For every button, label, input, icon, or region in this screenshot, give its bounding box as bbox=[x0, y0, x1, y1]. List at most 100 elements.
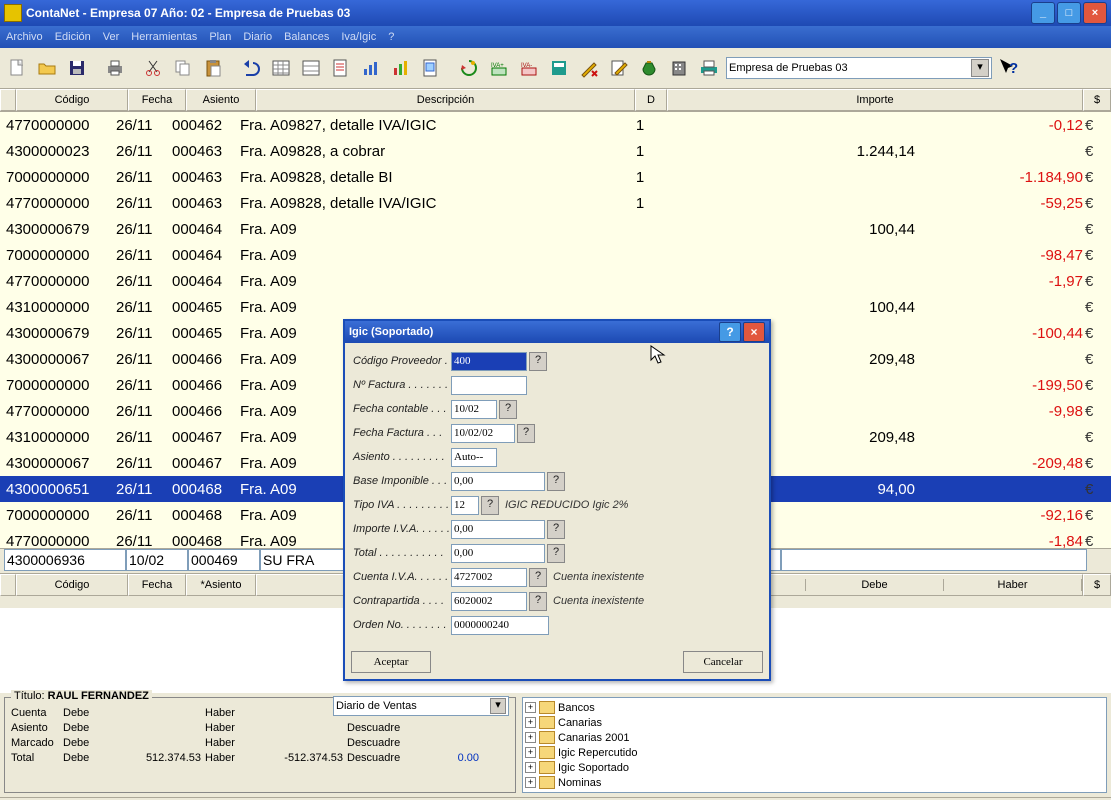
tree-node[interactable]: +Nominas bbox=[525, 775, 1104, 790]
printer2-icon[interactable] bbox=[696, 55, 722, 81]
iva-minus-icon[interactable]: IVA- bbox=[516, 55, 542, 81]
grid2-icon[interactable] bbox=[298, 55, 324, 81]
building-icon[interactable] bbox=[666, 55, 692, 81]
iva-plus-icon[interactable]: IVA+ bbox=[486, 55, 512, 81]
table-row[interactable]: 477000000026/11000462Fra. A09827, detall… bbox=[0, 112, 1111, 138]
menu-edicion[interactable]: Edición bbox=[55, 31, 91, 43]
help-codigo-proveedor[interactable]: ? bbox=[529, 352, 547, 371]
menu-archivo[interactable]: Archivo bbox=[6, 31, 43, 43]
fld-cuenta-iva[interactable] bbox=[451, 568, 527, 587]
dropdown-icon[interactable]: ▾ bbox=[971, 59, 989, 77]
tree-node[interactable]: +Canarias 2001 bbox=[525, 730, 1104, 745]
recycle-icon[interactable] bbox=[456, 55, 482, 81]
open-icon[interactable] bbox=[34, 55, 60, 81]
expand-icon[interactable]: + bbox=[525, 702, 536, 713]
help-base-imponible[interactable]: ? bbox=[547, 472, 565, 491]
help-cuenta-iva[interactable]: ? bbox=[529, 568, 547, 587]
menu-iva-igic[interactable]: Iva/Igic bbox=[341, 31, 376, 43]
edit-icon[interactable] bbox=[606, 55, 632, 81]
expand-icon[interactable]: + bbox=[525, 747, 536, 758]
expand-icon[interactable]: + bbox=[525, 717, 536, 728]
expand-icon[interactable]: + bbox=[525, 732, 536, 743]
fld-n-factura[interactable] bbox=[451, 376, 527, 395]
chart-blue-icon[interactable] bbox=[358, 55, 384, 81]
fld-total[interactable] bbox=[451, 544, 545, 563]
tree-node[interactable]: +Bancos bbox=[525, 700, 1104, 715]
table-row[interactable]: 700000000026/11000464Fra. A09-98,47€ bbox=[0, 242, 1111, 268]
teal-doc-icon[interactable] bbox=[546, 55, 572, 81]
fld-fecha-factura[interactable] bbox=[451, 424, 515, 443]
entry-fecha[interactable] bbox=[126, 549, 188, 571]
entry-asiento[interactable] bbox=[188, 549, 260, 571]
tree-node[interactable]: +Igic Repercutido bbox=[525, 745, 1104, 760]
expand-icon[interactable]: + bbox=[525, 777, 536, 788]
dialog-titlebar[interactable]: Igic (Soportado) ? × bbox=[345, 321, 769, 343]
ftr-asiento[interactable]: *Asiento bbox=[186, 574, 256, 596]
fld-orden-no[interactable] bbox=[451, 616, 549, 635]
ftr-codigo[interactable]: Código bbox=[16, 574, 128, 596]
ftr-currency[interactable]: $ bbox=[1083, 574, 1111, 596]
table-row[interactable]: 477000000026/11000464Fra. A09-1,97€ bbox=[0, 268, 1111, 294]
table-row[interactable]: 431000000026/11000465Fra. A09100,44€ bbox=[0, 294, 1111, 320]
print-icon[interactable] bbox=[102, 55, 128, 81]
menu-herramientas[interactable]: Herramientas bbox=[131, 31, 197, 43]
table-row[interactable]: 430000002326/11000463Fra. A09828, a cobr… bbox=[0, 138, 1111, 164]
fld-importe-iva[interactable] bbox=[451, 520, 545, 539]
fld-base-imponible[interactable] bbox=[451, 472, 545, 491]
doc-grid-icon[interactable] bbox=[418, 55, 444, 81]
help-fecha-contable[interactable]: ? bbox=[499, 400, 517, 419]
undo-icon[interactable] bbox=[238, 55, 264, 81]
hdr-d[interactable]: D bbox=[635, 89, 667, 111]
cut-icon[interactable] bbox=[140, 55, 166, 81]
maximize-button[interactable]: □ bbox=[1057, 2, 1081, 24]
table-row[interactable]: 430000067926/11000464Fra. A09100,44€ bbox=[0, 216, 1111, 242]
tree-node[interactable]: +Canarias bbox=[525, 715, 1104, 730]
dialog-help-button[interactable]: ? bbox=[719, 322, 741, 342]
ftr-debe[interactable]: Debe bbox=[806, 579, 944, 591]
copy-icon[interactable] bbox=[170, 55, 196, 81]
doc-lines-icon[interactable] bbox=[328, 55, 354, 81]
company-selector[interactable]: Empresa de Pruebas 03 ▾ bbox=[726, 57, 992, 79]
ftr-fecha[interactable]: Fecha bbox=[128, 574, 186, 596]
money-bag-icon[interactable] bbox=[636, 55, 662, 81]
menu-help[interactable]: ? bbox=[388, 31, 394, 43]
help-total[interactable]: ? bbox=[547, 544, 565, 563]
grid1-icon[interactable] bbox=[268, 55, 294, 81]
hdr-fecha[interactable]: Fecha bbox=[128, 89, 186, 111]
table-row[interactable]: 477000000026/11000463Fra. A09828, detall… bbox=[0, 190, 1111, 216]
hdr-descripcion[interactable]: Descripción bbox=[256, 89, 635, 111]
fld-tipo-iva[interactable] bbox=[451, 496, 479, 515]
dialog-close-button[interactable]: × bbox=[743, 322, 765, 342]
help-contrapartida[interactable]: ? bbox=[529, 592, 547, 611]
help-tipo-iva[interactable]: ? bbox=[481, 496, 499, 515]
hdr-codigo[interactable]: Código bbox=[16, 89, 128, 111]
dropdown-icon[interactable]: ▾ bbox=[490, 698, 506, 714]
chart-multi-icon[interactable] bbox=[388, 55, 414, 81]
pencil-x-icon[interactable] bbox=[576, 55, 602, 81]
entry-importe[interactable] bbox=[781, 549, 1087, 571]
ftr-haber[interactable]: Haber bbox=[944, 579, 1082, 591]
fld-contrapartida[interactable] bbox=[451, 592, 527, 611]
hdr-importe[interactable]: Importe bbox=[667, 89, 1083, 111]
whats-this-icon[interactable]: ? bbox=[996, 56, 1022, 80]
menu-balances[interactable]: Balances bbox=[284, 31, 329, 43]
help-fecha-factura[interactable]: ? bbox=[517, 424, 535, 443]
paste-icon[interactable] bbox=[200, 55, 226, 81]
cancelar-button[interactable]: Cancelar bbox=[683, 651, 763, 673]
menu-plan[interactable]: Plan bbox=[209, 31, 231, 43]
new-icon[interactable] bbox=[4, 55, 30, 81]
folder-tree[interactable]: +Bancos+Canarias+Canarias 2001+Igic Repe… bbox=[522, 697, 1107, 793]
entry-codigo[interactable] bbox=[4, 549, 126, 571]
fld-codigo-proveedor[interactable] bbox=[451, 352, 527, 371]
menu-ver[interactable]: Ver bbox=[103, 31, 120, 43]
hdr-currency[interactable]: $ bbox=[1083, 89, 1111, 111]
aceptar-button[interactable]: Aceptar bbox=[351, 651, 431, 673]
fld-fecha-contable[interactable] bbox=[451, 400, 497, 419]
hdr-asiento[interactable]: Asiento bbox=[186, 89, 256, 111]
diary-selector[interactable]: Diario de Ventas▾ bbox=[333, 696, 509, 716]
menu-diario[interactable]: Diario bbox=[243, 31, 272, 43]
expand-icon[interactable]: + bbox=[525, 762, 536, 773]
help-importe-iva[interactable]: ? bbox=[547, 520, 565, 539]
save-icon[interactable] bbox=[64, 55, 90, 81]
table-row[interactable]: 700000000026/11000463Fra. A09828, detall… bbox=[0, 164, 1111, 190]
